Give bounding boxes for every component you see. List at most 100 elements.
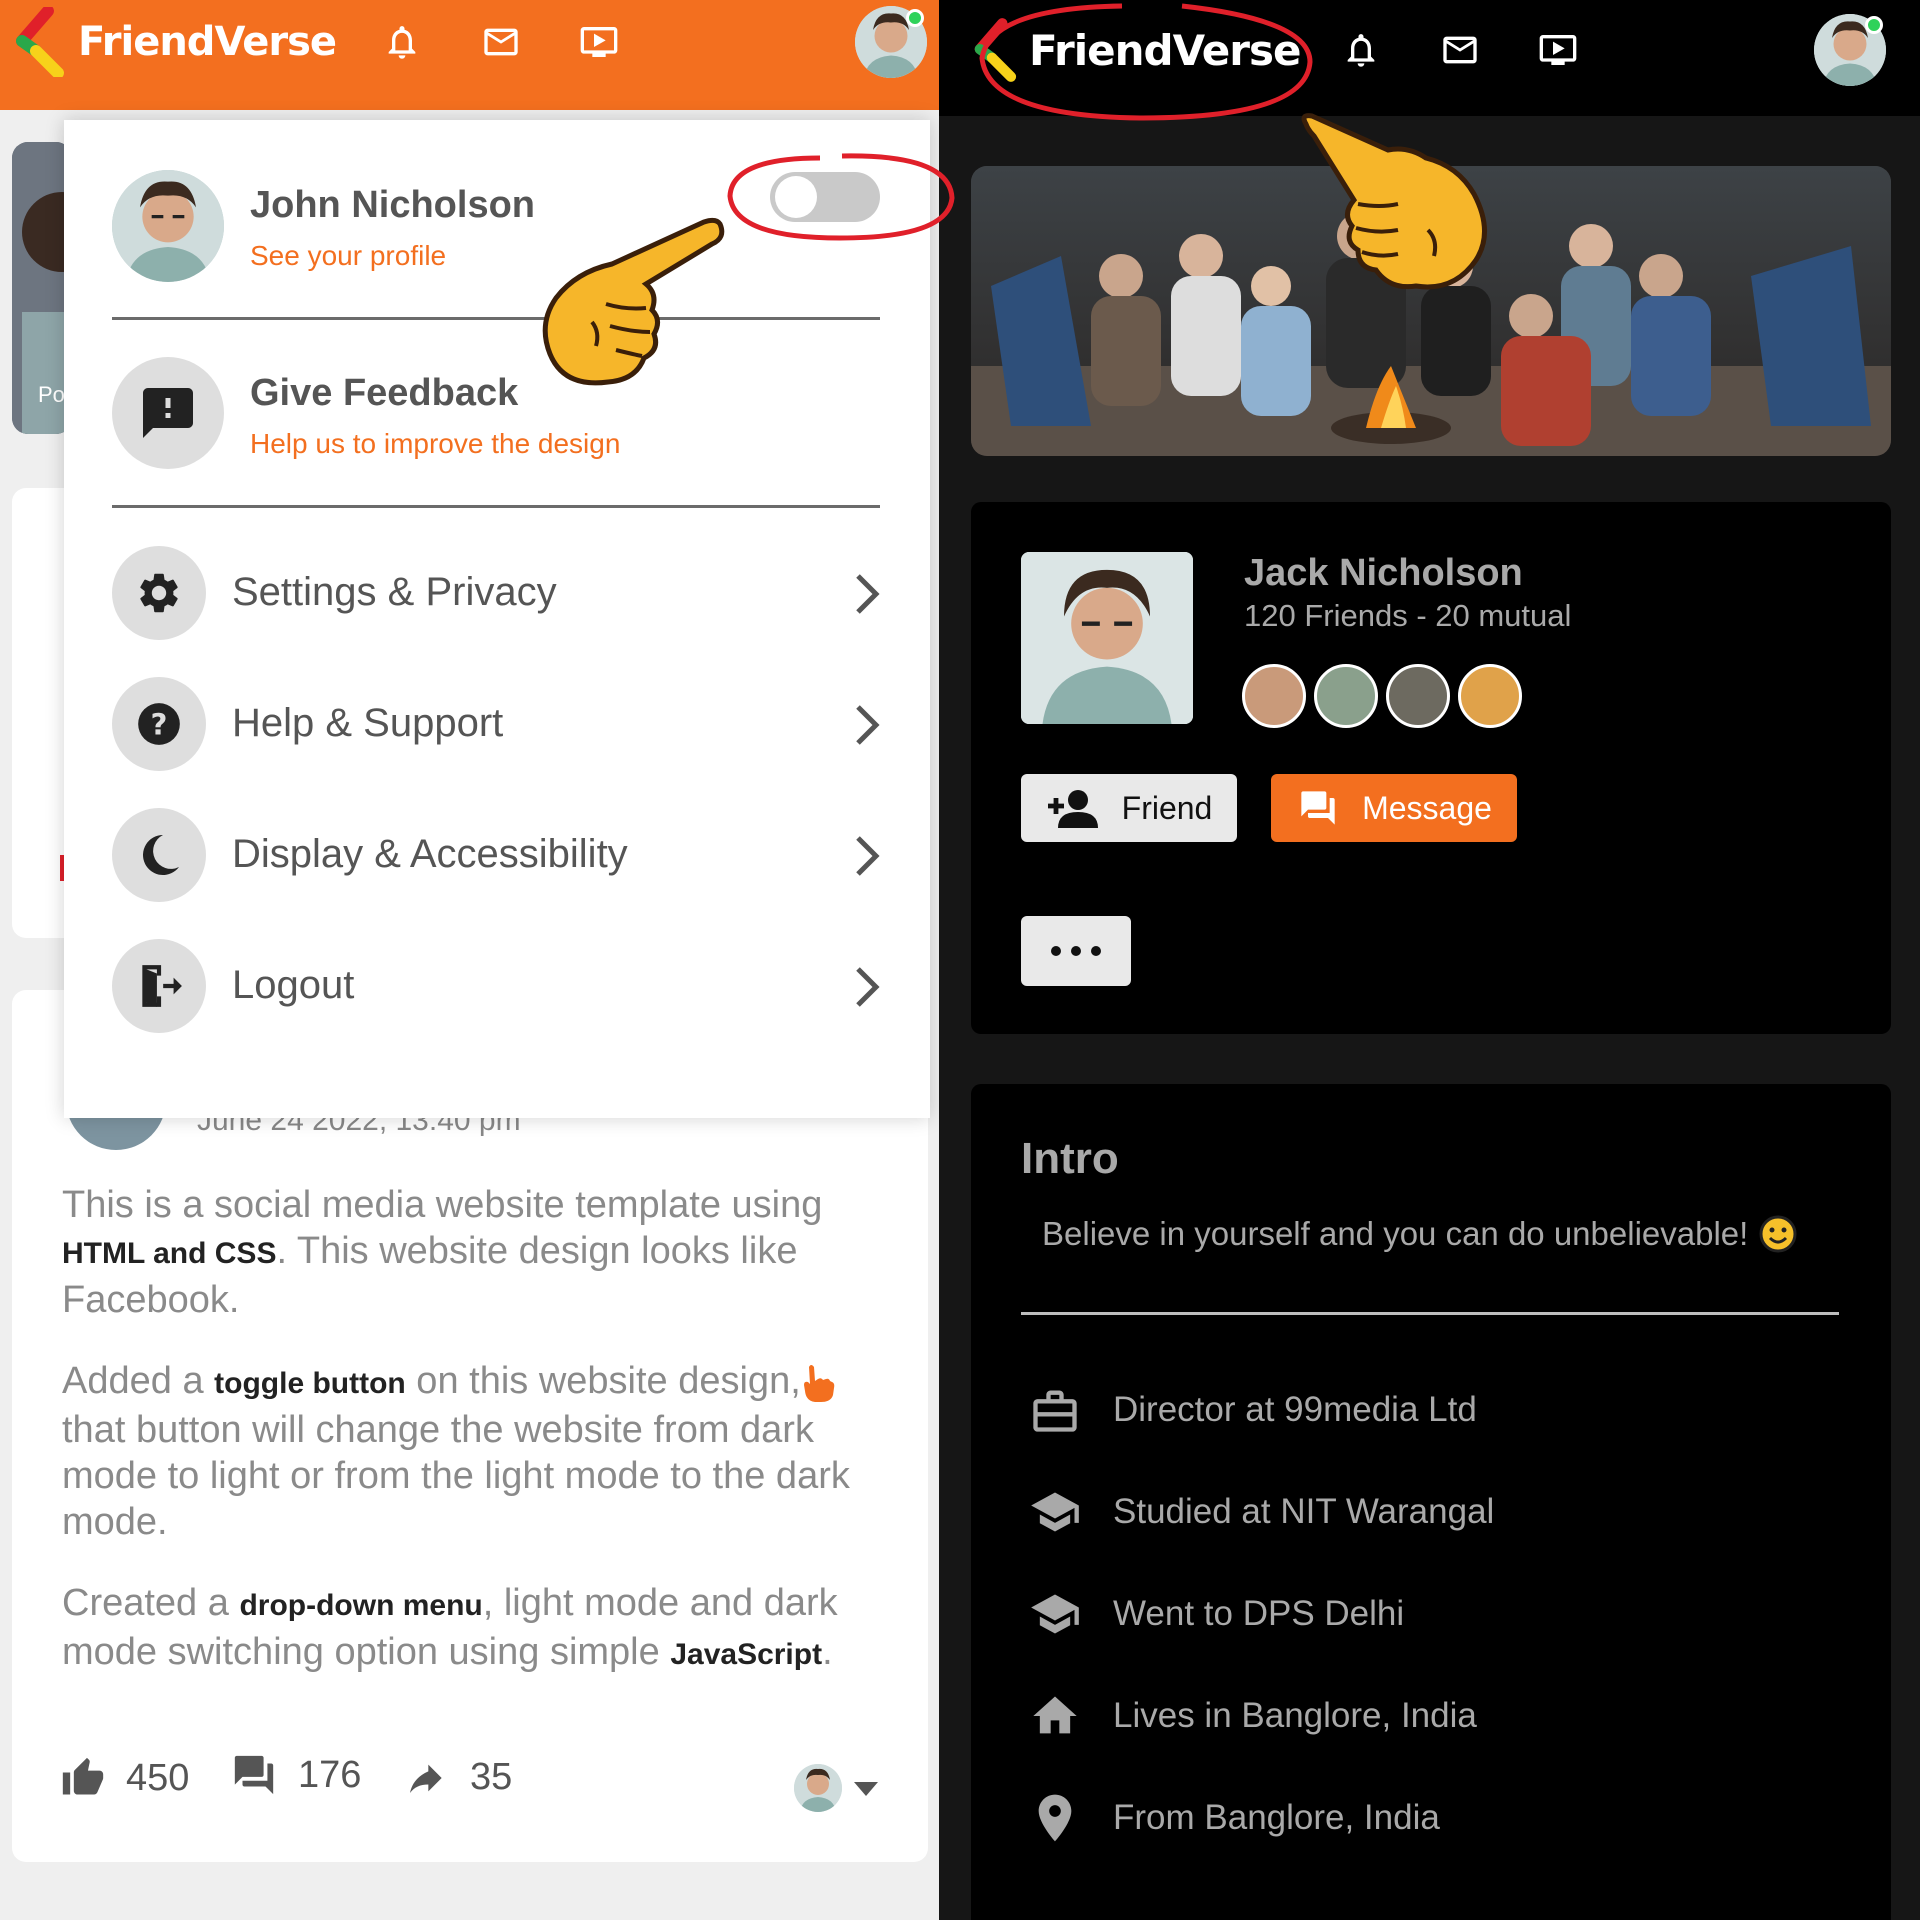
- menu-label: Help & Support: [232, 701, 504, 745]
- bell-icon[interactable]: [382, 22, 422, 62]
- brand-name: FriendVerse: [1029, 25, 1301, 75]
- comment-icon: [234, 1755, 274, 1795]
- mutual-friend-avatar[interactable]: [1458, 664, 1522, 728]
- message-button[interactable]: Message: [1271, 774, 1517, 842]
- toggle-knob: [775, 176, 817, 218]
- svg-text:?: ?: [151, 707, 168, 741]
- help-icon: ?: [138, 703, 180, 745]
- top-navbar-dark: FriendVerse: [939, 0, 1920, 116]
- story-label: Po: [38, 382, 65, 407]
- post-paragraph-3: Created a drop-down menu, light mode and…: [62, 1580, 882, 1678]
- intro-row-text: Studied at NIT Warangal: [1113, 1492, 1495, 1531]
- share-button[interactable]: 35: [400, 1756, 512, 1799]
- see-profile-link[interactable]: See your profile: [250, 240, 446, 272]
- post-text-bold: HTML and CSS: [62, 1237, 277, 1270]
- menu-label: Settings & Privacy: [232, 570, 557, 614]
- more-options-button[interactable]: [1021, 916, 1131, 986]
- intro-title: Intro: [1021, 1134, 1119, 1183]
- brand-logo[interactable]: FriendVerse: [973, 10, 1301, 90]
- intro-bio-text: Believe in yourself and you can do unbel…: [1042, 1215, 1749, 1252]
- intro-divider: [1021, 1312, 1839, 1315]
- graduation-cap-icon: [1031, 1594, 1079, 1634]
- pointing-hand-emoji-icon: [801, 1363, 835, 1403]
- mutual-friend-avatar[interactable]: [1242, 664, 1306, 728]
- intro-row-work: Director at 99media Ltd: [1027, 1384, 1477, 1436]
- share-arrow-icon: [410, 1764, 442, 1793]
- video-icon[interactable]: [1535, 30, 1581, 70]
- thumbs-up-icon: [62, 1757, 104, 1795]
- post-text-bold: drop-down menu: [239, 1589, 483, 1622]
- dark-mode-toggle[interactable]: [770, 172, 880, 222]
- profile-picture[interactable]: [1021, 552, 1193, 724]
- menu-icon-circle: [112, 546, 206, 640]
- mutual-friend-avatar[interactable]: [1386, 664, 1450, 728]
- menu-item-settings-privacy[interactable]: Settings & Privacy: [112, 546, 882, 642]
- menu-icon-circle: ?: [112, 677, 206, 771]
- light-mode-panel: Po June 24 2022, 13:40 pm This is a soci…: [0, 0, 939, 1920]
- intro-row-text: From Banglore, India: [1113, 1798, 1440, 1837]
- brand-logo[interactable]: FriendVerse: [14, 4, 337, 80]
- post-text-span: .: [822, 1631, 833, 1673]
- dark-mode-panel: FriendVerse Jack Nicholson 120 Friends -…: [939, 0, 1920, 1920]
- graduation-cap-icon: [1031, 1492, 1079, 1532]
- intro-row-school: Went to DPS Delhi: [1027, 1588, 1404, 1640]
- chevron-right-icon: [856, 967, 880, 1007]
- give-feedback-title[interactable]: Give Feedback: [250, 372, 518, 415]
- message-label: Message: [1362, 789, 1492, 826]
- feedback-icon-circle[interactable]: [112, 357, 224, 469]
- mail-icon[interactable]: [1437, 30, 1483, 70]
- menu-label: Display & Accessibility: [232, 832, 628, 876]
- chevron-right-icon: [856, 705, 880, 745]
- intro-row-lives: Lives in Banglore, India: [1027, 1690, 1477, 1742]
- gear-icon: [140, 573, 178, 613]
- post-text-span: that button will change the website from…: [62, 1409, 850, 1543]
- menu-item-logout[interactable]: Logout: [112, 939, 882, 1035]
- intro-row-education: Studied at NIT Warangal: [1027, 1486, 1494, 1538]
- post-reaction-avatar[interactable]: [794, 1764, 842, 1812]
- like-button[interactable]: 450: [60, 1756, 189, 1800]
- intro-row-text: Went to DPS Delhi: [1113, 1594, 1405, 1633]
- feedback-icon: [143, 388, 193, 438]
- location-pin-icon: [1038, 1794, 1072, 1842]
- user-avatar-image: [794, 1764, 842, 1812]
- post-text-span: This is a social media website template …: [62, 1184, 823, 1226]
- mutual-friend-avatar[interactable]: [1314, 664, 1378, 728]
- top-navbar-light: FriendVerse: [0, 0, 939, 110]
- dropdown-profile-avatar[interactable]: [112, 170, 224, 282]
- chevron-right-icon: [856, 836, 880, 876]
- friendverse-logo-icon: [974, 18, 1017, 82]
- post-text-span: Added a: [62, 1360, 215, 1402]
- menu-label: Logout: [232, 963, 355, 1007]
- brand-name: FriendVerse: [78, 19, 337, 65]
- dropdown-divider: [112, 505, 880, 508]
- give-feedback-subtitle: Help us to improve the design: [250, 428, 621, 459]
- bell-icon[interactable]: [1341, 30, 1381, 70]
- menu-icon-circle: [112, 808, 206, 902]
- post-text-span: on this website design,: [405, 1360, 801, 1402]
- dropdown-divider: [112, 317, 880, 320]
- intro-row-from: From Banglore, India: [1027, 1790, 1440, 1846]
- cover-photo[interactable]: [971, 166, 1891, 456]
- menu-item-help-support[interactable]: ? Help & Support: [112, 677, 882, 773]
- add-friend-button[interactable]: Friend: [1021, 774, 1237, 842]
- friendverse-logo-icon: [16, 7, 64, 77]
- friends-count[interactable]: 120 Friends - 20 mutual: [1244, 598, 1571, 634]
- comment-button[interactable]: 176: [230, 1752, 361, 1798]
- add-friend-label: Friend: [1121, 789, 1213, 826]
- post-text-span: Created a: [62, 1582, 240, 1624]
- mail-icon[interactable]: [478, 22, 524, 62]
- chevron-right-icon: [856, 574, 880, 614]
- online-status-dot: [1865, 16, 1883, 34]
- campfire-group-photo: [971, 166, 1891, 456]
- profile-name: Jack Nicholson: [1244, 552, 1523, 594]
- dropdown-profile-name[interactable]: John Nicholson: [250, 184, 535, 227]
- intro-bio: Believe in yourself and you can do unbel…: [1042, 1214, 1798, 1254]
- briefcase-icon: [1033, 1390, 1077, 1432]
- intro-row-text: Lives in Banglore, India: [1113, 1696, 1477, 1735]
- online-status-dot: [906, 9, 924, 27]
- menu-item-display-accessibility[interactable]: Display & Accessibility: [112, 808, 882, 904]
- smiley-emoji-icon: [1759, 1215, 1797, 1253]
- add-person-icon: [1047, 790, 1098, 828]
- like-count: 450: [126, 1756, 190, 1799]
- video-icon[interactable]: [576, 22, 622, 62]
